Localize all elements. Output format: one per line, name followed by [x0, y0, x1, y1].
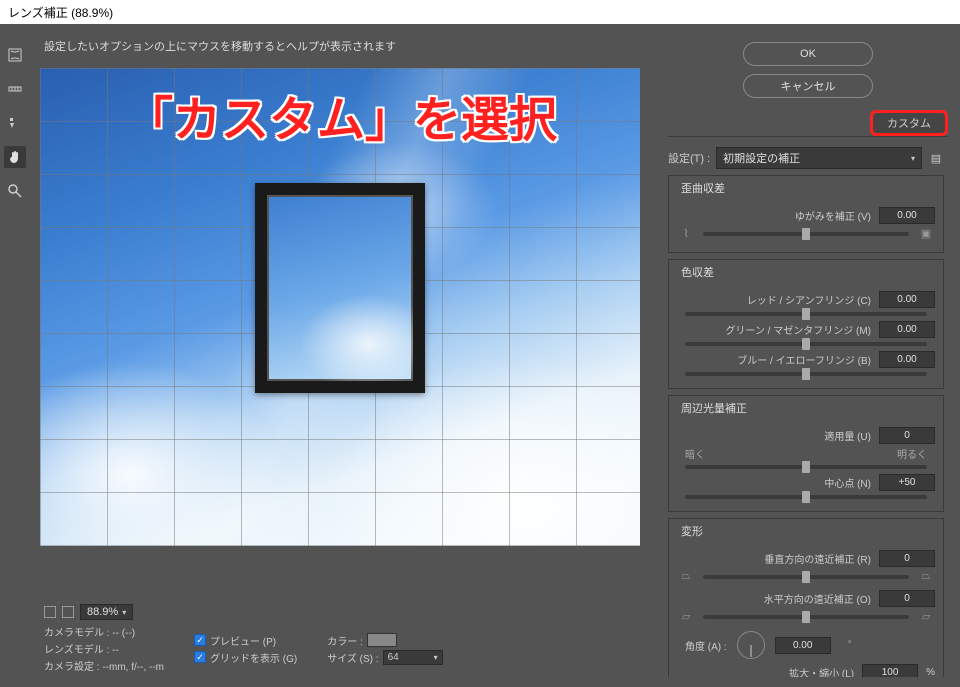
rc-label: レッド / シアンフリンジ (C): [685, 292, 871, 307]
amount-input[interactable]: [879, 427, 935, 444]
chromatic-title: 色収差: [677, 264, 718, 280]
fill-icon[interactable]: [62, 606, 74, 618]
lens-model-value: --: [112, 645, 119, 656]
by-slider[interactable]: [685, 372, 927, 376]
dark-label: 暗く: [685, 446, 705, 461]
grid-color-swatch[interactable]: [367, 633, 397, 647]
scale-input[interactable]: [862, 664, 918, 677]
window-title: レンズ補正 (88.9%): [8, 4, 113, 21]
vp-bottom-icon: ⏢: [917, 567, 935, 585]
midpoint-input[interactable]: [879, 474, 935, 491]
by-label: ブルー / イエローフリンジ (B): [685, 352, 871, 367]
hp-right-icon: ▱: [917, 607, 935, 625]
help-text: 設定したいオプションの上にマウスを移動するとヘルプが表示されます: [40, 32, 650, 60]
size-value: 64: [388, 652, 399, 663]
hp-slider[interactable]: [703, 615, 909, 619]
degree-icon: °: [841, 636, 859, 654]
pincushion-icon: ▣: [917, 224, 935, 242]
lens-model-label: レンズモデル :: [44, 645, 109, 656]
distortion-group: 歪曲収差 ゆがみを補正 (V) ⌇ ▣: [668, 175, 944, 253]
hp-left-icon: ▱: [677, 607, 695, 625]
vp-slider[interactable]: [703, 575, 909, 579]
remove-distortion-tool-icon[interactable]: [4, 44, 26, 66]
vignette-group: 周辺光量補正 適用量 (U) 暗く 明るく 中心点 (N): [668, 395, 944, 512]
camera-model-value: -- (--): [112, 628, 135, 639]
camera-settings-label: カメラ設定 :: [44, 662, 100, 673]
vignette-title: 周辺光量補正: [677, 400, 751, 416]
barrel-icon: ⌇: [677, 224, 695, 242]
footer-info: 88.9% ▾ カメラモデル : -- (--) レンズモデル : -- カメラ…: [40, 598, 650, 679]
tool-sidebar: [0, 24, 30, 687]
tab-bar: カスタム: [668, 110, 948, 137]
fit-icon[interactable]: [44, 606, 56, 618]
scale-pct: %: [926, 667, 935, 677]
cancel-button[interactable]: キャンセル: [743, 74, 873, 98]
rc-input[interactable]: [879, 291, 935, 308]
gm-label: グリーン / マゼンタフリンジ (M): [685, 322, 871, 337]
light-label: 明るく: [897, 446, 927, 461]
color-label: カラー :: [327, 633, 363, 648]
preset-value: 初期設定の補正: [723, 150, 800, 166]
main-container: 設定したいオプションの上にマウスを移動するとヘルプが表示されます 88.9% ▾…: [0, 24, 960, 687]
grid-size-dropdown[interactable]: 64 ▾: [383, 650, 443, 665]
hp-label: 水平方向の遠近補正 (O): [685, 591, 871, 606]
vp-label: 垂直方向の遠近補正 (R): [685, 551, 871, 566]
amount-slider[interactable]: [685, 465, 927, 469]
center-panel: 設定したいオプションの上にマウスを移動するとヘルプが表示されます 88.9% ▾…: [30, 24, 660, 687]
size-label: サイズ (S) :: [327, 650, 378, 665]
rc-slider[interactable]: [685, 312, 927, 316]
amount-label: 適用量 (U): [685, 428, 871, 443]
angle-input[interactable]: [775, 637, 831, 654]
picture-frame: [255, 183, 425, 393]
chevron-down-icon: ▾: [122, 608, 126, 617]
vp-input[interactable]: [879, 550, 935, 567]
preset-dropdown[interactable]: 初期設定の補正 ▾: [716, 147, 922, 169]
grid-checkbox[interactable]: ✓: [194, 651, 206, 663]
hp-input[interactable]: [879, 590, 935, 607]
preset-label: 設定(T) :: [668, 150, 710, 166]
grid-label: グリッドを表示 (G): [210, 650, 297, 665]
zoom-tool-icon[interactable]: [4, 180, 26, 202]
scale-label: 拡大・縮小 (L): [685, 665, 854, 677]
transform-group: 変形 垂直方向の遠近補正 (R) ⏢ ⏢ 水平方向の遠近補正 (O) ▱: [668, 518, 944, 677]
angle-label: 角度 (A) :: [685, 638, 727, 653]
preview-label: プレビュー (P): [210, 633, 276, 648]
zoom-value: 88.9%: [87, 606, 118, 618]
remove-distortion-label: ゆがみを補正 (V): [685, 208, 871, 223]
angle-dial[interactable]: [737, 631, 765, 659]
chevron-down-icon: ▾: [434, 653, 438, 662]
remove-distortion-input[interactable]: [879, 207, 935, 224]
preview-checkbox[interactable]: ✓: [194, 634, 206, 646]
by-input[interactable]: [879, 351, 935, 368]
midpoint-label: 中心点 (N): [685, 475, 871, 490]
camera-settings-value: --mm, f/--, --m: [102, 662, 164, 673]
camera-model-label: カメラモデル :: [44, 628, 110, 639]
vp-top-icon: ⏢: [677, 567, 695, 585]
gm-input[interactable]: [879, 321, 935, 338]
distortion-title: 歪曲収差: [677, 180, 729, 196]
remove-distortion-slider[interactable]: [703, 232, 909, 236]
gm-slider[interactable]: [685, 342, 927, 346]
settings-panel: OK キャンセル カスタム 設定(T) : 初期設定の補正 ▾ ▤ 歪曲収差 ゆ…: [660, 24, 960, 687]
preview-canvas[interactable]: [40, 68, 640, 546]
window-titlebar: レンズ補正 (88.9%): [0, 0, 960, 24]
chevron-down-icon: ▾: [911, 154, 915, 163]
tab-custom[interactable]: カスタム: [870, 110, 948, 136]
canvas-area: [40, 60, 650, 598]
move-grid-tool-icon[interactable]: [4, 112, 26, 134]
ok-button[interactable]: OK: [743, 42, 873, 66]
preset-menu-icon[interactable]: ▤: [928, 152, 944, 165]
midpoint-slider[interactable]: [685, 495, 927, 499]
straighten-tool-icon[interactable]: [4, 78, 26, 100]
hand-tool-icon[interactable]: [4, 146, 26, 168]
zoom-dropdown[interactable]: 88.9% ▾: [80, 604, 133, 620]
chromatic-group: 色収差 レッド / シアンフリンジ (C) グリーン / マゼンタフリンジ (M…: [668, 259, 944, 389]
transform-title: 変形: [677, 523, 707, 539]
